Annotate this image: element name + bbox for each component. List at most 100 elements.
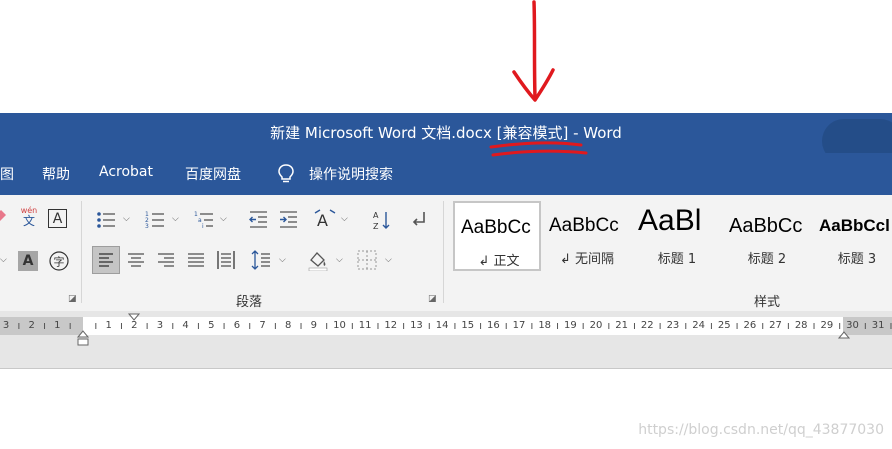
paragraph-dialog-launcher-icon[interactable]: ◪ (428, 295, 437, 304)
character-shading-button[interactable]: A (18, 251, 38, 271)
ruler-number: 13 (410, 320, 423, 331)
ruler-number: 1 (105, 320, 112, 331)
ruler-number: 3 (2, 320, 10, 331)
svg-text:i: i (202, 223, 204, 230)
ruler-number: 6 (233, 320, 241, 331)
svg-text:Z: Z (373, 222, 379, 231)
style-name: ↲ 无间隔 (559, 252, 615, 267)
chevron-down-icon[interactable]: ⌵ (279, 255, 286, 265)
paragraph-mark: ↲ (478, 254, 490, 269)
ruler-number: 28 (794, 320, 808, 331)
bullets-icon[interactable] (95, 209, 117, 231)
ruler-number: 25 (717, 320, 731, 331)
ruler-number: 8 (285, 320, 292, 331)
title-bar: 新建 Microsoft Word 文档.docx [兼容模式] - Word (0, 113, 892, 163)
svg-text:A: A (373, 211, 379, 220)
chinese-layout-icon[interactable]: A (314, 209, 336, 231)
distributed-icon[interactable] (215, 249, 237, 271)
menu-bar: 图 帮助 Acrobat 百度网盘 操作说明搜索 (0, 153, 892, 195)
ruler-number: 2 (28, 320, 35, 331)
word-window: 新建 Microsoft Word 文档.docx [兼容模式] - Word … (0, 0, 892, 449)
style-preview: AaBl (638, 204, 702, 237)
red-arrow-head (512, 68, 555, 102)
chevron-down-icon[interactable]: ⌵ (336, 255, 343, 265)
red-arrow-shaft (532, 0, 537, 100)
chevron-down-icon[interactable]: ⌵ (172, 214, 179, 224)
align-right-icon[interactable] (155, 249, 177, 271)
shading-icon[interactable] (307, 249, 329, 271)
tell-me-search[interactable]: 操作说明搜索 (309, 164, 393, 184)
style-name: 标题 3 (837, 252, 877, 267)
line-spacing-icon[interactable] (250, 249, 272, 271)
ruler-number: 1 (54, 320, 61, 331)
styles-gallery: AaBbCc ↲ 正文 AaBbCc ↲ 无间隔 AaBl 标题 1 AaBbC… (453, 201, 892, 273)
ruler-number: 4 (182, 320, 189, 331)
align-center-icon[interactable] (125, 249, 147, 271)
ruler-number: 17 (512, 320, 526, 331)
eraser-icon[interactable] (0, 207, 8, 223)
chevron-down-icon[interactable]: ⌵ (220, 214, 227, 224)
show-formatting-marks-icon[interactable] (408, 209, 430, 231)
style-heading-3[interactable]: AaBbCcl 标题 3 (813, 201, 892, 271)
paragraph-group-label: 段落 (236, 295, 263, 310)
tab-baidu-netdisk[interactable]: 百度网盘 (185, 164, 241, 184)
ruler-number: 15 (461, 320, 475, 331)
style-preview: AaBbCc (549, 215, 619, 236)
style-heading-1[interactable]: AaBl 标题 1 (633, 201, 721, 271)
ruler-area: 3 2 1 2 3 4 5 6 7 8 9 10 11 12 13 14 15 16 17 18 19 20 21 22 23 2… (0, 311, 892, 369)
chevron-down-icon[interactable]: ⌵ (123, 214, 130, 224)
styles-group-label: 样式 (754, 295, 781, 310)
tab-acrobat[interactable]: Acrobat (99, 164, 153, 180)
first-line-indent-marker[interactable] (128, 313, 140, 323)
ruler-number: 20 (589, 320, 603, 331)
decrease-indent-icon[interactable] (247, 209, 269, 231)
svg-text:3: 3 (145, 223, 149, 230)
ribbon-home: wén 文 A ⌵ A 字 ◪ ⌵ 1 2 3 ⌵ 1 a i ⌵ A ⌵ A … (0, 195, 892, 311)
style-no-spacing[interactable]: AaBbCc ↲ 无间隔 (543, 201, 631, 271)
ruler-number: 19 (563, 320, 577, 331)
multilevel-list-icon[interactable]: 1 a i (193, 209, 215, 231)
ruler-number: 16 (487, 320, 500, 331)
enclose-char: 字 (54, 255, 65, 269)
hanging-indent-marker[interactable] (77, 329, 89, 347)
ruler-number: 3 (156, 320, 164, 331)
group-separator (443, 201, 444, 303)
style-preview: AaBbCc (729, 215, 803, 237)
ruler-number: 29 (820, 320, 834, 331)
chevron-down-icon[interactable]: ⌵ (341, 214, 348, 224)
align-left-button[interactable] (92, 246, 120, 274)
ruler-number: 21 (615, 320, 629, 331)
font-dialog-launcher-icon[interactable]: ◪ (68, 295, 77, 304)
ruler-number: 9 (310, 320, 318, 331)
borders-icon[interactable] (356, 249, 378, 271)
ruler-number: 24 (692, 320, 705, 331)
chevron-down-icon[interactable]: ⌵ (0, 255, 7, 265)
align-left-icon (99, 253, 113, 267)
svg-text:A: A (317, 211, 328, 230)
ruler-number: 31 (871, 320, 885, 331)
ruler-number: 7 (259, 320, 266, 331)
tab-view[interactable]: 图 (0, 164, 14, 184)
enclose-characters-icon[interactable]: 字 (48, 250, 70, 272)
style-name: 标题 1 (657, 252, 697, 267)
character-border-button[interactable]: A (48, 209, 67, 228)
chevron-down-icon[interactable]: ⌵ (385, 255, 392, 265)
numbering-icon[interactable]: 1 2 3 (144, 209, 166, 231)
increase-indent-icon[interactable] (277, 209, 299, 231)
style-preview: AaBbCc (461, 217, 531, 238)
tab-help[interactable]: 帮助 (42, 164, 70, 184)
ruler-number: 14 (435, 320, 449, 331)
style-preview: AaBbCcl (819, 216, 890, 235)
style-normal[interactable]: AaBbCc ↲ 正文 (453, 201, 541, 271)
ruler-number: 11 (358, 320, 372, 331)
style-heading-2[interactable]: AaBbCc 标题 2 (723, 201, 811, 271)
sort-icon[interactable]: A Z (370, 209, 392, 231)
ruler-number: 18 (538, 320, 552, 331)
right-indent-marker[interactable] (838, 329, 850, 341)
phonetic-guide-button[interactable]: wén 文 (18, 205, 40, 229)
justify-icon[interactable] (185, 249, 207, 271)
ruler-number: 5 (208, 320, 215, 331)
ruler-number: 26 (743, 320, 757, 331)
style-name: 标题 2 (747, 252, 787, 267)
window-title: 新建 Microsoft Word 文档.docx [兼容模式] - Word (270, 124, 622, 142)
